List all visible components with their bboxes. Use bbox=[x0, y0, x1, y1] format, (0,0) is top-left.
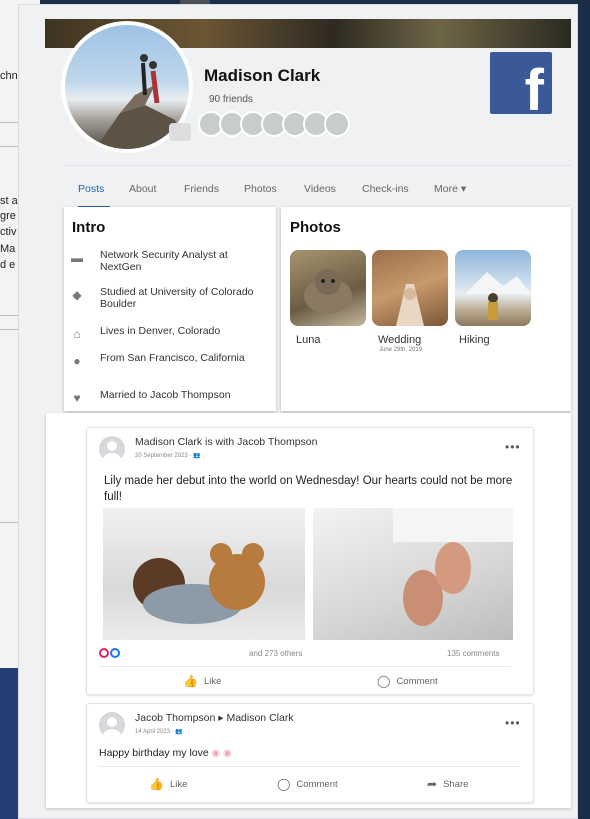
photo-wedding[interactable] bbox=[372, 250, 448, 326]
comment-button[interactable]: ◯ Comment bbox=[377, 674, 438, 688]
cake-icon: ◉ ◉ bbox=[208, 748, 232, 759]
post-author[interactable]: Jacob Thompson ▸ Madison Clark bbox=[135, 712, 294, 724]
camera-icon[interactable] bbox=[169, 123, 191, 141]
tab-more[interactable]: More ▾ bbox=[434, 183, 466, 195]
photo-date: June 29th, 2019 bbox=[379, 347, 423, 353]
avatar[interactable] bbox=[99, 712, 125, 738]
post-date[interactable]: 20 September 2023 · 👥 bbox=[135, 452, 201, 459]
tab-videos[interactable]: Videos bbox=[304, 183, 336, 195]
photo-hiking[interactable] bbox=[455, 250, 531, 326]
photos-title: Photos bbox=[290, 219, 341, 236]
post-image-baby[interactable] bbox=[103, 508, 305, 640]
post-card: Jacob Thompson ▸ Madison Clark 14 April … bbox=[86, 703, 534, 803]
bg-text: chn bbox=[0, 70, 18, 82]
reactions-icon[interactable] bbox=[99, 648, 121, 658]
post-image-feet[interactable] bbox=[313, 508, 513, 640]
post-text: Happy birthday my love ◉ ◉ bbox=[99, 747, 232, 759]
divider bbox=[99, 766, 519, 767]
friend-avatars[interactable] bbox=[198, 111, 350, 137]
share-icon: ➦ bbox=[427, 777, 438, 791]
tab-friends[interactable]: Friends bbox=[184, 183, 219, 195]
comment-button[interactable]: ◯ Comment bbox=[277, 777, 338, 791]
location-pin-icon: ● bbox=[73, 354, 81, 368]
comment-icon: ◯ bbox=[277, 777, 291, 791]
photos-panel: Photos Luna Wedding June 29th, 2019 Hiki… bbox=[281, 207, 571, 411]
profile-name: Madison Clark bbox=[204, 66, 321, 85]
comments-count[interactable]: 135 comments bbox=[447, 649, 499, 658]
photo-caption: Hiking bbox=[459, 334, 490, 346]
graduation-cap-icon: ◆ bbox=[72, 288, 82, 302]
tab-about[interactable]: About bbox=[129, 183, 156, 195]
friends-count[interactable]: 90 friends bbox=[209, 94, 253, 105]
more-options-icon[interactable]: ••• bbox=[505, 716, 521, 730]
profile-page: Madison Clark 90 friends f Posts About F… bbox=[18, 4, 578, 819]
photo-luna[interactable] bbox=[290, 250, 366, 326]
bg-text: d e bbox=[0, 259, 16, 271]
post-text: Lily made her debut into the world on We… bbox=[104, 475, 513, 503]
home-icon: ⌂ bbox=[73, 327, 81, 341]
avatar[interactable] bbox=[99, 436, 125, 462]
intro-panel: Intro ▬ Network Security Analyst at Next… bbox=[64, 207, 276, 411]
tab-photos[interactable]: Photos bbox=[244, 183, 277, 195]
bg-text: Ma bbox=[0, 243, 16, 255]
photo-caption: Luna bbox=[296, 334, 321, 346]
heart-icon: ♥ bbox=[73, 391, 81, 405]
thumbs-up-icon: 👍 bbox=[149, 777, 164, 791]
more-options-icon[interactable]: ••• bbox=[505, 440, 521, 454]
intro-hometown: ● From San Francisco, California bbox=[70, 352, 270, 380]
bg-text: gre bbox=[0, 210, 16, 222]
bg-text: st a bbox=[0, 195, 18, 207]
post-author[interactable]: Madison Clark is with Jacob Thompson bbox=[135, 436, 317, 448]
posts-feed: Madison Clark is with Jacob Thompson 20 … bbox=[46, 413, 571, 808]
photo-caption: Wedding bbox=[378, 334, 422, 346]
facebook-logo-icon: f bbox=[490, 52, 552, 120]
tab-check-ins[interactable]: Check-ins bbox=[362, 183, 409, 195]
comment-icon: ◯ bbox=[377, 674, 391, 688]
thumbs-up-icon: 👍 bbox=[183, 674, 198, 688]
intro-location: ⌂ Lives in Denver, Colorado bbox=[70, 325, 270, 353]
post-date[interactable]: 14 April 2023 · 👥 bbox=[135, 728, 183, 735]
bg-text: ctiv bbox=[0, 226, 17, 238]
intro-education: ◆ Studied at University of Colorado Boul… bbox=[70, 286, 270, 314]
like-button[interactable]: 👍 Like bbox=[183, 674, 221, 688]
intro-title: Intro bbox=[72, 219, 106, 236]
post-card: Madison Clark is with Jacob Thompson 20 … bbox=[86, 427, 534, 695]
share-button[interactable]: ➦ Share bbox=[427, 777, 468, 791]
tab-posts[interactable]: Posts bbox=[78, 183, 104, 195]
reactions-count[interactable]: and 273 others bbox=[249, 649, 302, 658]
profile-tabs: Posts About Friends Photos Videos Check-… bbox=[64, 165, 572, 209]
briefcase-icon: ▬ bbox=[71, 251, 83, 265]
like-button[interactable]: 👍 Like bbox=[149, 777, 187, 791]
intro-work: ▬ Network Security Analyst at NextGen bbox=[71, 249, 228, 273]
divider bbox=[99, 666, 511, 667]
